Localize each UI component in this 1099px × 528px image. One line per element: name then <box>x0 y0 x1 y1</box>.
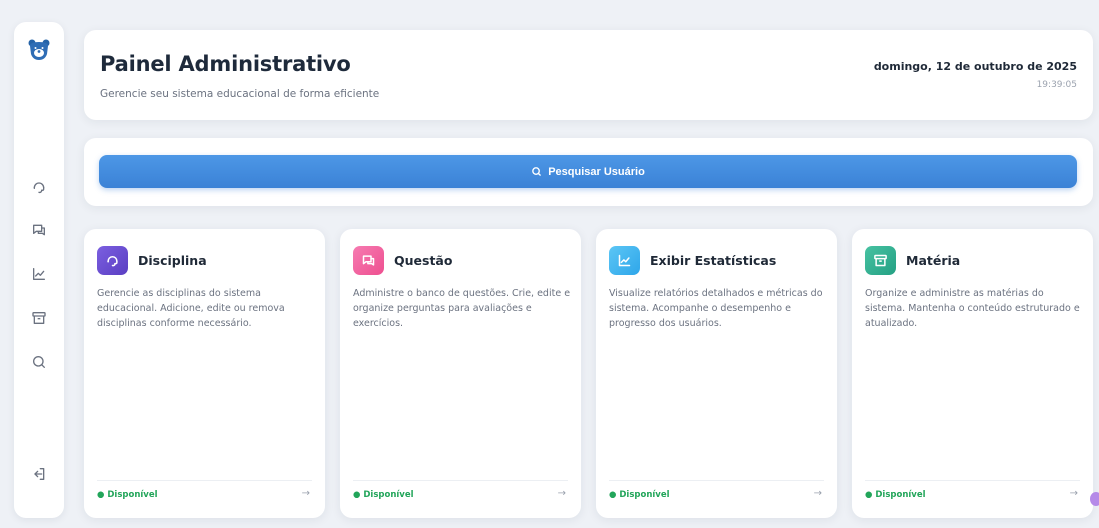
arrow-right-icon[interactable]: → <box>558 488 566 499</box>
sidebar-item-disciplina[interactable] <box>29 177 49 197</box>
status-badge: ● Disponível <box>97 490 158 500</box>
card-description: Organize e administre as matérias do sis… <box>865 288 1080 329</box>
card-description: Administre o banco de questões. Crie, ed… <box>353 288 571 329</box>
card-divider <box>865 480 1080 481</box>
arrow-right-icon[interactable]: → <box>302 488 310 499</box>
card-title: Matéria <box>906 253 961 268</box>
card-title: Questão <box>394 253 453 268</box>
search-user-label: Pesquisar Usuário <box>548 165 645 178</box>
sidebar-item-pesquisar[interactable] <box>29 352 49 372</box>
logout-icon <box>34 468 45 480</box>
archive-icon <box>865 246 896 275</box>
search-icon <box>532 167 542 176</box>
top-strip <box>0 0 1099 10</box>
chart-icon <box>33 268 45 280</box>
card-questao[interactable]: Questão Administre o banco de questões. … <box>340 229 581 518</box>
card-description: Gerencie as disciplinas do sistema educa… <box>97 288 285 329</box>
bear-logo-icon[interactable] <box>27 38 51 62</box>
search-icon <box>33 356 45 368</box>
chat-icon <box>353 246 384 275</box>
status-badge: ● Disponível <box>865 490 926 500</box>
archive-icon <box>32 312 46 324</box>
sidebar-item-logout[interactable] <box>29 464 49 484</box>
status-badge: ● Disponível <box>609 490 670 500</box>
sidebar-item-questao[interactable] <box>29 220 49 240</box>
chat-icon <box>33 224 45 236</box>
card-materia[interactable]: Matéria Organize e administre as matéria… <box>852 229 1093 518</box>
card-title: Disciplina <box>138 253 207 268</box>
sidebar <box>14 22 64 518</box>
card-estatisticas[interactable]: Exibir Estatísticas Visualize relatórios… <box>596 229 837 518</box>
sidebar-item-estatisticas[interactable] <box>29 264 49 284</box>
card-description: Visualize relatórios detalhados e métric… <box>609 288 823 329</box>
sidebar-item-materia[interactable] <box>29 308 49 328</box>
arrow-right-icon[interactable]: → <box>814 488 822 499</box>
headset-icon <box>97 246 128 275</box>
search-card: Pesquisar Usuário <box>84 138 1093 206</box>
status-badge: ● Disponível <box>353 490 414 500</box>
card-divider <box>353 480 568 481</box>
current-date: domingo, 12 de outubro de 2025 <box>873 60 1077 73</box>
headset-icon <box>33 182 45 194</box>
floating-action-button[interactable] <box>1090 492 1099 506</box>
card-divider <box>97 480 312 481</box>
search-user-button[interactable]: Pesquisar Usuário <box>99 155 1077 188</box>
card-title: Exibir Estatísticas <box>650 253 777 268</box>
page-title: Painel Administrativo <box>100 52 351 76</box>
chart-icon <box>609 246 640 275</box>
header-card: Painel Administrativo Gerencie seu siste… <box>84 30 1093 120</box>
page-subtitle: Gerencie seu sistema educacional de form… <box>100 88 380 100</box>
current-time: 19:39:05 <box>1036 80 1077 90</box>
arrow-right-icon[interactable]: → <box>1070 488 1078 499</box>
card-disciplina[interactable]: Disciplina Gerencie as disciplinas do si… <box>84 229 325 518</box>
card-divider <box>609 480 824 481</box>
